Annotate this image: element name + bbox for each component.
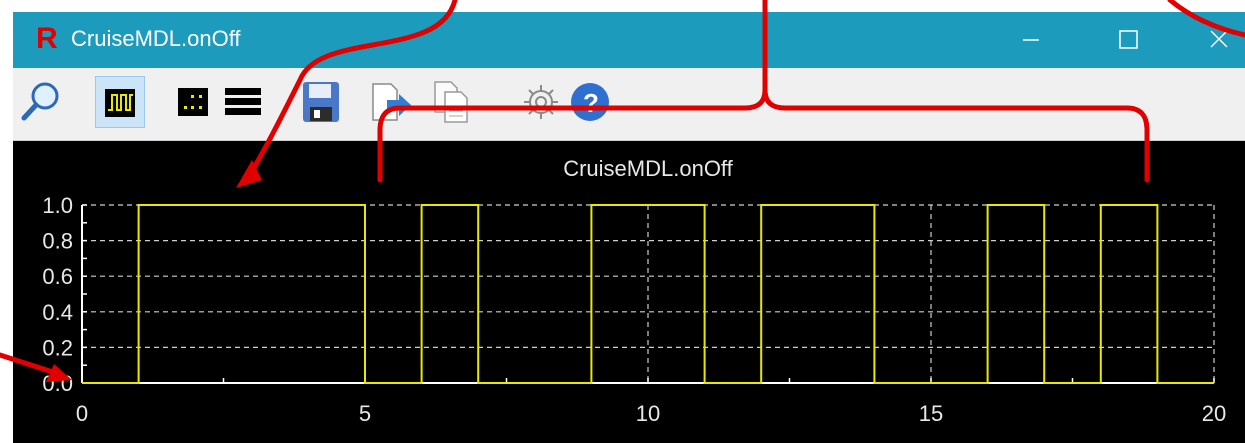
floppy-disk-icon <box>303 82 339 122</box>
copy-button[interactable] <box>427 76 477 128</box>
plot-area[interactable]: CruiseMDL.onOff 0 5 10 15 20 0.0 0.2 0.4 0.6 0.8 1.… <box>13 141 1245 443</box>
step-plot-button[interactable] <box>95 76 145 128</box>
zoom-button[interactable] <box>17 76 67 128</box>
bars-plot-button[interactable] <box>219 76 269 128</box>
save-button[interactable] <box>297 76 347 128</box>
export-button[interactable] <box>365 76 415 128</box>
gear-icon <box>524 85 558 119</box>
help-button[interactable]: ? <box>565 76 615 128</box>
window-title-bar[interactable]: R CruiseMDL.onOff <box>13 12 1245 68</box>
signal-chart[interactable]: CruiseMDL.onOff 0 5 10 15 20 0.0 0.2 0.4 0.6 0.8 1.… <box>13 141 1245 443</box>
svg-text:?: ? <box>583 88 599 118</box>
horizontal-bars-icon <box>225 88 261 115</box>
svg-text:R: R <box>36 23 57 53</box>
y-tick-label: 0.2 <box>42 335 73 360</box>
y-tick-label: 1.0 <box>42 193 73 218</box>
step-wave-icon <box>105 89 135 117</box>
settings-button[interactable] <box>517 76 567 128</box>
export-arrow-icon <box>372 83 411 121</box>
window-title: CruiseMDL.onOff <box>71 26 241 51</box>
y-tick-label: 0.4 <box>42 300 73 325</box>
maximize-button[interactable] <box>1098 12 1158 68</box>
chart-title: CruiseMDL.onOff <box>563 156 733 181</box>
close-button[interactable] <box>1183 12 1243 68</box>
y-tick-label: 0.0 <box>42 371 73 396</box>
magnifier-icon <box>21 82 59 121</box>
minimize-button[interactable] <box>1003 12 1063 68</box>
app-logo-icon: R <box>36 23 57 53</box>
close-icon <box>1210 30 1228 48</box>
help-icon: ? <box>571 83 609 121</box>
x-tick-label: 0 <box>76 401 88 426</box>
x-tick-label: 20 <box>1202 401 1226 426</box>
minimize-icon <box>1023 39 1039 41</box>
maximize-icon <box>1119 30 1138 49</box>
series-line <box>82 204 1214 384</box>
dots-icon <box>178 88 208 116</box>
x-tick-label: 15 <box>919 401 943 426</box>
y-tick-label: 0.8 <box>42 229 73 254</box>
x-tick-label: 5 <box>359 401 371 426</box>
y-tick-label: 0.6 <box>42 264 73 289</box>
copy-pages-icon <box>434 81 468 123</box>
toolbar: ? <box>13 68 1245 141</box>
x-tick-label: 10 <box>636 401 660 426</box>
points-plot-button[interactable] <box>169 76 219 128</box>
